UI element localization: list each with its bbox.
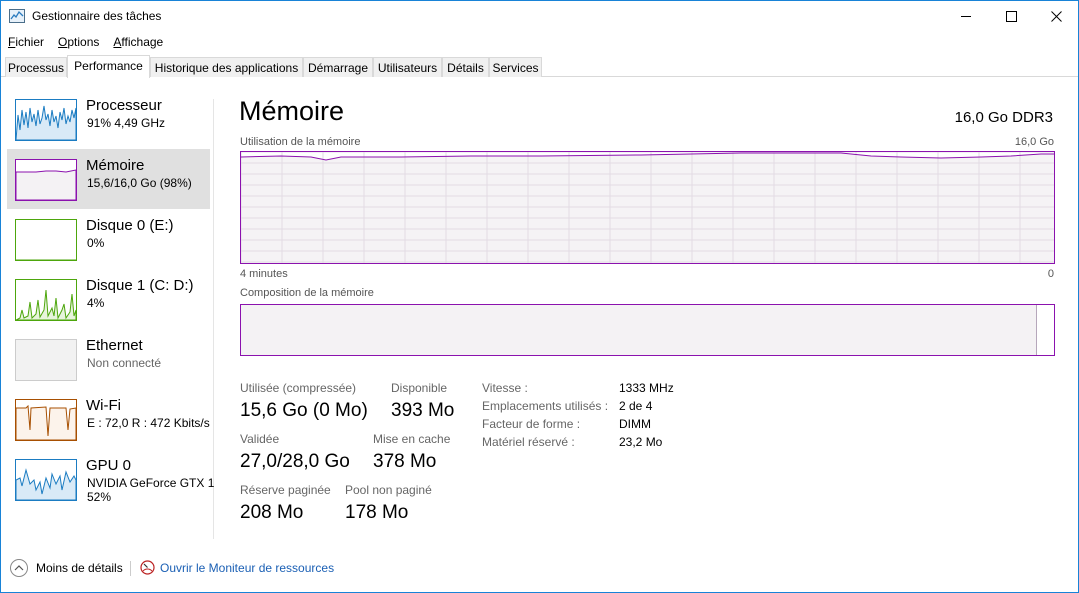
in-use-label: Utilisée (compressée) xyxy=(240,381,357,395)
slots-label: Emplacements utilisés : xyxy=(482,399,609,413)
available-value: 393 Mo xyxy=(391,400,455,421)
usage-graph-max-label: 16,0 Go xyxy=(1014,136,1054,148)
sidebar-item-label: Processeur xyxy=(86,97,162,114)
disk0-graph-icon xyxy=(15,219,77,261)
paged-pool-label: Réserve paginée xyxy=(240,483,331,497)
maximize-icon xyxy=(1005,10,1017,22)
tab-historique[interactable]: Historique des applications xyxy=(150,57,303,77)
window-title: Gestionnaire des tâches xyxy=(32,9,162,23)
sidebar-item-content: Disque 0 (E:) 0% xyxy=(7,209,214,269)
available-label: Disponible xyxy=(391,381,448,395)
less-details-button[interactable]: Moins de détails xyxy=(36,561,123,575)
wifi-graph-icon xyxy=(15,399,77,441)
tab-services[interactable]: Services xyxy=(489,57,542,77)
footer: Moins de détails Ouvrir le Moniteur de r… xyxy=(1,554,1078,584)
sidebar-item-content: Disque 1 (C: D:) 4% xyxy=(7,269,214,329)
sidebar-item-label: Mémoire xyxy=(86,157,145,174)
sidebar-item-disque-1[interactable]: Disque 1 (C: D:) 4% xyxy=(7,269,210,329)
memory-composition-bar xyxy=(240,304,1055,356)
menu-options[interactable]: Options xyxy=(51,32,106,52)
gpu-graph-icon xyxy=(15,459,77,501)
sidebar-item-status: NVIDIA GeForce GTX 1060 6GB xyxy=(87,476,214,490)
sidebar-item-content: Processeur 91% 4,49 GHz xyxy=(7,89,214,149)
sidebar-item-status-2: 52% xyxy=(87,490,112,504)
memory-usage-graph xyxy=(240,151,1055,264)
graph-time-right: 0 xyxy=(1047,268,1054,280)
menu-affichage[interactable]: Affichage xyxy=(106,32,170,52)
sidebar-item-gpu-0[interactable]: GPU 0 NVIDIA GeForce GTX 1060 6GB52% xyxy=(7,449,214,509)
sidebar-item-status: 4% xyxy=(87,296,105,310)
sidebar-item-status: 0% xyxy=(87,236,105,250)
menu-fichier[interactable]: Fichier xyxy=(1,32,51,52)
sidebar-item-memoire[interactable]: Mémoire 15,6/16,0 Go (98%) xyxy=(7,149,210,209)
memory-usage-area xyxy=(241,153,1054,263)
tab-strip: Processus Performance Historique des app… xyxy=(1,55,1078,78)
title-bar: Gestionnaire des tâches xyxy=(1,1,1078,31)
close-button[interactable] xyxy=(1033,1,1079,31)
tab-performance[interactable]: Performance xyxy=(67,55,150,78)
tab-utilisateurs[interactable]: Utilisateurs xyxy=(373,57,442,77)
sidebar-item-label: Disque 0 (E:) xyxy=(86,217,174,234)
sidebar-item-disque-0[interactable]: Disque 0 (E:) 0% xyxy=(7,209,210,269)
composition-label: Composition de la mémoire xyxy=(240,287,374,299)
cached-value: 378 Mo xyxy=(373,451,437,472)
sidebar-item-label: Wi-Fi xyxy=(86,397,121,414)
resource-monitor-icon xyxy=(140,560,155,575)
disk1-graph-icon xyxy=(15,279,77,321)
task-manager-window: Gestionnaire des tâches Fichier Options … xyxy=(0,0,1079,593)
committed-label: Validée xyxy=(240,432,280,446)
footer-separator xyxy=(130,561,131,576)
page-title: Mémoire xyxy=(239,96,345,126)
sidebar-item-content: Mémoire 15,6/16,0 Go (98%) xyxy=(7,149,214,209)
ethernet-graph-icon xyxy=(15,339,77,381)
cpu-graph-icon xyxy=(15,99,77,141)
close-icon xyxy=(1050,10,1062,22)
paged-pool-value: 208 Mo xyxy=(240,502,304,523)
memory-graph-icon xyxy=(15,159,77,201)
minimize-button[interactable] xyxy=(943,1,989,31)
sidebar-item-content: Wi-Fi E : 72,0 R : 472 Kbits/s xyxy=(7,389,214,449)
tab-demarrage[interactable]: Démarrage xyxy=(303,57,373,77)
sidebar-item-status: 91% 4,49 GHz xyxy=(87,116,166,130)
sidebar-item-processeur[interactable]: Processeur 91% 4,49 GHz xyxy=(7,89,210,149)
sidebar-item-label: GPU 0 xyxy=(86,457,132,474)
tab-processus[interactable]: Processus xyxy=(5,57,67,77)
graph-time-left: 4 minutes xyxy=(240,268,288,280)
maximize-button[interactable] xyxy=(988,1,1034,31)
sidebar-item-label: Disque 1 (C: D:) xyxy=(86,277,194,294)
sidebar-item-ethernet[interactable]: Ethernet Non connecté xyxy=(7,329,210,389)
composition-in-use xyxy=(241,305,1037,355)
sidebar-item-content: Ethernet Non connecté xyxy=(7,329,214,389)
committed-value: 27,0/28,0 Go xyxy=(240,451,350,472)
sidebar-item-label: Ethernet xyxy=(86,337,143,354)
form-factor-value: DIMM xyxy=(619,417,651,431)
hw-reserved-label: Matériel réservé : xyxy=(482,435,575,449)
cached-label: Mise en cache xyxy=(373,432,451,446)
task-manager-app-icon xyxy=(9,9,25,23)
sidebar-item-wi-fi[interactable]: Wi-Fi E : 72,0 R : 472 Kbits/s xyxy=(7,389,210,449)
hw-reserved-value: 23,2 Mo xyxy=(619,435,663,449)
sidebar-item-status: E : 72,0 R : 472 Kbits/s xyxy=(87,416,210,430)
in-use-value: 15,6 Go (0 Mo) xyxy=(240,400,368,421)
nonpaged-pool-label: Pool non paginé xyxy=(345,483,432,497)
memory-usage-chart xyxy=(241,152,1054,263)
slots-value: 2 de 4 xyxy=(619,399,653,413)
open-resource-monitor-link[interactable]: Ouvrir le Moniteur de ressources xyxy=(160,561,334,575)
sidebar-item-status: 15,6/16,0 Go (98%) xyxy=(87,176,192,190)
minimize-icon xyxy=(960,15,971,17)
usage-graph-label: Utilisation de la mémoire xyxy=(240,136,361,148)
speed-value: 1333 MHz xyxy=(619,381,674,395)
sidebar-item-content: GPU 0 NVIDIA GeForce GTX 1060 6GB52% xyxy=(7,449,214,509)
nonpaged-pool-value: 178 Mo xyxy=(345,502,409,523)
sidebar-item-status: Non connecté xyxy=(87,356,162,370)
memory-spec: 16,0 Go DDR3 xyxy=(954,109,1053,126)
chevron-up-icon[interactable] xyxy=(10,559,28,577)
speed-label: Vitesse : xyxy=(482,381,528,395)
tab-details[interactable]: Détails xyxy=(442,57,489,77)
form-factor-label: Facteur de forme : xyxy=(482,417,581,431)
menu-bar: Fichier Options Affichage xyxy=(1,32,170,52)
